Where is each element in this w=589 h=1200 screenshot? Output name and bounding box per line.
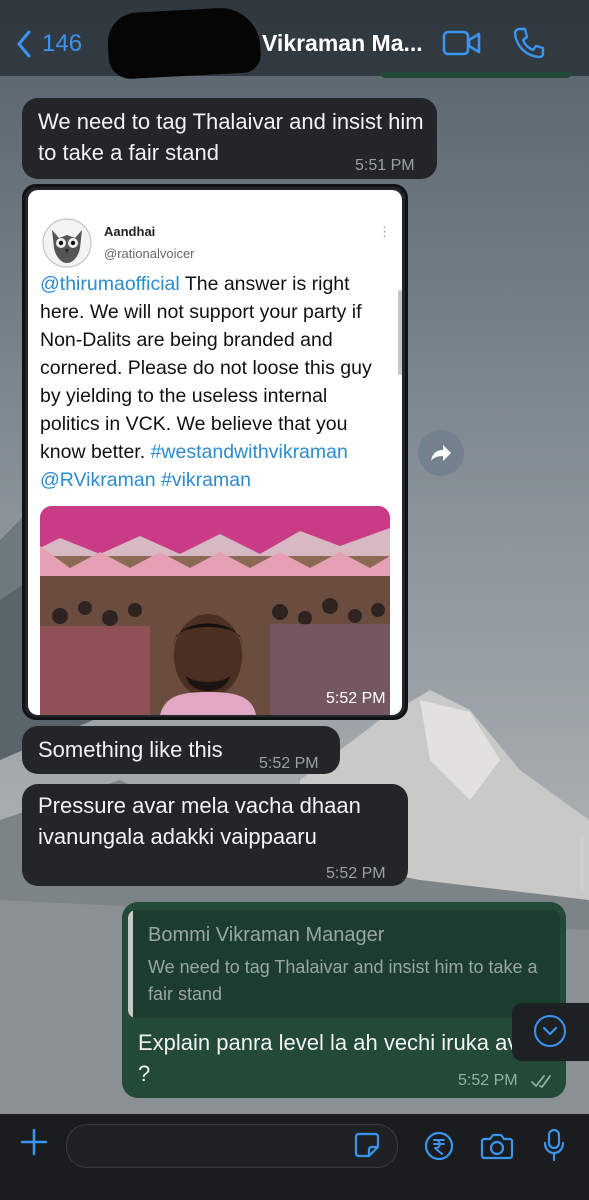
back-button[interactable]: 146 bbox=[16, 26, 82, 62]
tweet-hashtag: #westandwithvikraman bbox=[150, 441, 348, 463]
previous-message-edge bbox=[380, 72, 572, 78]
forward-button[interactable] bbox=[418, 430, 464, 476]
tweet-mention: @thirumaofficial bbox=[40, 273, 180, 295]
chat-header: 146 Vikraman Ma... bbox=[0, 0, 589, 80]
unread-count: 146 bbox=[42, 30, 83, 57]
tweet-mention: @RVikraman bbox=[40, 469, 156, 491]
forward-icon bbox=[431, 445, 451, 461]
scroll-circle bbox=[534, 1015, 566, 1047]
rupee-icon[interactable] bbox=[424, 1131, 454, 1161]
owl-avatar-icon bbox=[42, 218, 92, 268]
tweet-display-name: Aandhai bbox=[104, 224, 156, 239]
message-time: 5:52 PM bbox=[259, 755, 319, 772]
quoted-reply[interactable]: Bommi Vikraman Manager We need to tag Th… bbox=[128, 910, 560, 1018]
tweet-text: @thirumaofficial The answer is right her… bbox=[40, 270, 390, 494]
message-input[interactable] bbox=[66, 1124, 398, 1168]
plus-icon[interactable] bbox=[20, 1128, 48, 1156]
message-time: 5:52 PM bbox=[458, 1072, 518, 1089]
chevron-down-icon bbox=[542, 1026, 558, 1036]
contact-name[interactable]: Vikraman Ma... bbox=[262, 30, 423, 57]
message-time: 5:52 PM bbox=[326, 865, 386, 882]
phone-icon[interactable] bbox=[512, 26, 546, 60]
composer-bar bbox=[0, 1114, 589, 1200]
tweet-hashtag: #vikraman bbox=[160, 469, 251, 491]
message-bubble-incoming[interactable]: Something like this 5:52 PM bbox=[22, 726, 340, 774]
message-text: Something like this bbox=[38, 737, 223, 762]
rally-selfie-photo bbox=[40, 506, 390, 715]
quote-bar bbox=[128, 910, 133, 1018]
message-text: Pressure avar mela vacha dhaan ivanungal… bbox=[38, 793, 361, 849]
video-call-icon[interactable] bbox=[442, 28, 482, 58]
quoted-sender: Bommi Vikraman Manager bbox=[148, 924, 385, 946]
tweet-body: The answer is right here. We will not su… bbox=[40, 273, 372, 463]
message-time: 5:51 PM bbox=[355, 157, 415, 174]
camera-icon[interactable] bbox=[480, 1131, 514, 1161]
scrollbar bbox=[398, 290, 402, 375]
message-bubble-incoming[interactable]: Pressure avar mela vacha dhaan ivanungal… bbox=[22, 784, 408, 886]
mic-icon[interactable] bbox=[542, 1128, 566, 1162]
tweet-handle: @rationalvoicer bbox=[104, 246, 195, 261]
tweet-screenshot[interactable]: Aandhai @rationalvoicer ⋮ @thirumaoffici… bbox=[28, 190, 402, 715]
scroll-to-bottom-button[interactable] bbox=[512, 1003, 589, 1061]
redaction-mark bbox=[106, 6, 262, 80]
message-time: 5:52 PM bbox=[326, 690, 386, 707]
chevron-left-icon bbox=[17, 30, 31, 58]
sticker-icon[interactable] bbox=[354, 1132, 380, 1158]
message-bubble-incoming[interactable]: We need to tag Thalaivar and insist him … bbox=[22, 98, 437, 179]
double-check-icon bbox=[531, 1075, 551, 1088]
more-options-icon: ⋮ bbox=[378, 224, 391, 239]
chat-scrollbar[interactable] bbox=[580, 835, 584, 890]
quoted-text: We need to tag Thalaivar and insist him … bbox=[148, 957, 538, 1004]
